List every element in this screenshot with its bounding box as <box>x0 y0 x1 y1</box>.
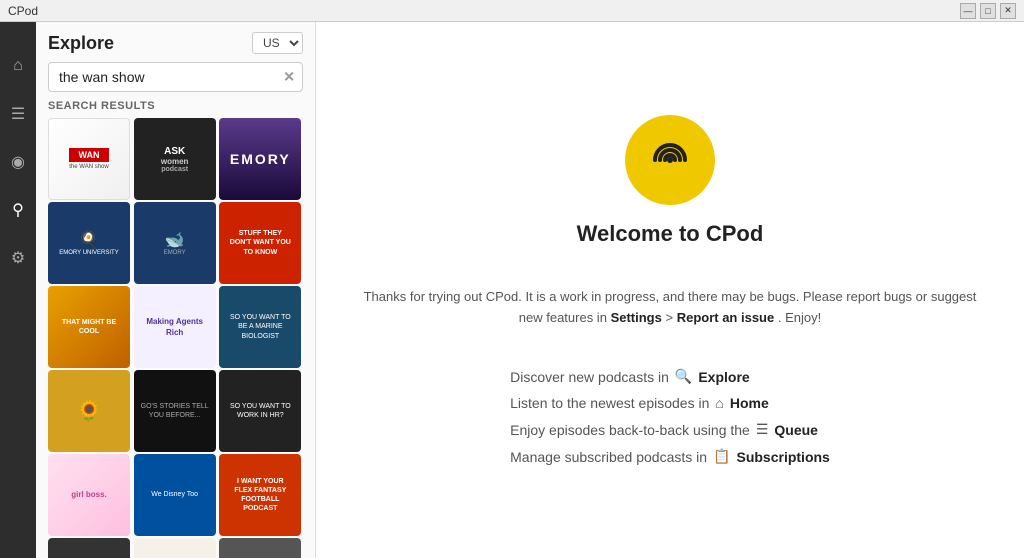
result-stuff[interactable]: STUFF THEY DON'T WANT YOU TO KNOW <box>219 202 301 284</box>
info-arrow: > <box>665 310 676 325</box>
result-doyou[interactable]: DO YOU <box>134 538 216 558</box>
result-emory-2[interactable]: 🐋 EMORY <box>134 202 216 284</box>
search-results-label: Search Results <box>36 100 315 118</box>
result-wan-show[interactable]: WAN the WAN show <box>48 118 130 200</box>
welcome-prefix: Welcome to <box>577 221 706 246</box>
feature-explore-prefix: Discover new podcasts in <box>510 369 669 385</box>
result-sunflower[interactable]: 🌻 <box>48 370 130 452</box>
search-input[interactable] <box>48 62 303 92</box>
feature-list: Discover new podcasts in 🔍 Explore Liste… <box>510 368 830 465</box>
settings-icon[interactable]: ⚙ <box>4 244 32 272</box>
queue-icon: ☰ <box>756 421 769 438</box>
feature-queue-prefix: Enjoy episodes back-to-back using the <box>510 422 750 438</box>
result-emory-1[interactable]: EMORY <box>219 118 301 200</box>
subscriptions-icon[interactable]: ☰ <box>4 100 32 128</box>
feature-home-prefix: Listen to the newest episodes in <box>510 395 709 411</box>
home-label: Home <box>730 395 769 411</box>
subscriptions-label: Subscriptions <box>736 449 829 465</box>
home-icon[interactable]: ⌂ <box>4 52 32 80</box>
feature-subscriptions: Manage subscribed podcasts in 📋 Subscrip… <box>510 448 830 465</box>
explore-label: Explore <box>698 369 749 385</box>
subscriptions-feature-icon: 📋 <box>713 448 730 465</box>
feature-subs-prefix: Manage subscribed podcasts in <box>510 449 707 465</box>
result-emory-uni[interactable]: 🍳 EMORY UNIVERSITY <box>48 202 130 284</box>
search-bar: ✕ <box>48 62 303 92</box>
search-icon[interactable]: ⚲ <box>4 196 32 224</box>
results-grid: WAN the WAN show ASK women podcast EMORY… <box>36 118 315 558</box>
settings-link[interactable]: Settings <box>611 310 662 325</box>
result-skull[interactable]: GO'S STORIES TELL YOU BEFORE... <box>134 370 216 452</box>
main-content: Welcome to CPod Thanks for trying out CP… <box>316 22 1024 558</box>
search-clear-button[interactable]: ✕ <box>283 69 295 86</box>
feature-queue: Enjoy episodes back-to-back using the ☰ … <box>510 421 818 438</box>
explore-title: Explore <box>48 33 114 54</box>
result-hash[interactable]: # <box>48 538 130 558</box>
result-might-cool[interactable]: THAT MIGHT BE COOL <box>48 286 130 368</box>
info-paragraph: Thanks for trying out CPod. It is a work… <box>360 287 980 329</box>
cpod-logo <box>625 115 715 205</box>
country-select[interactable]: US <box>252 32 303 54</box>
report-link[interactable]: Report an issue <box>677 310 775 325</box>
explore-header: Explore US <box>36 22 315 62</box>
cpod-logo-svg <box>640 130 700 190</box>
explore-icon: 🔍 <box>675 368 692 385</box>
feed-icon[interactable]: ◉ <box>4 148 32 176</box>
sidebar: ⌂ ☰ ◉ ⚲ ⚙ <box>0 22 36 558</box>
result-last[interactable]: 👤 <box>219 538 301 558</box>
result-agents[interactable]: Making Agents Rich <box>134 286 216 368</box>
result-marine[interactable]: SO YOU WANT TO BE A MARINE BIOLOGIST <box>219 286 301 368</box>
home-feature-icon: ⌂ <box>715 395 723 411</box>
queue-label: Queue <box>774 422 818 438</box>
feature-explore: Discover new podcasts in 🔍 Explore <box>510 368 750 385</box>
welcome-text: Welcome to CPod <box>577 221 764 247</box>
titlebar-title: CPod <box>8 4 38 18</box>
titlebar-controls: — □ ✕ <box>960 3 1016 19</box>
result-girl-boss[interactable]: girl boss. <box>48 454 130 536</box>
explore-panel: Explore US ✕ Search Results WAN the WAN … <box>36 22 316 558</box>
minimize-button[interactable]: — <box>960 3 976 19</box>
result-disney[interactable]: We Disney Too <box>134 454 216 536</box>
maximize-button[interactable]: □ <box>980 3 996 19</box>
titlebar: CPod — □ ✕ <box>0 0 1024 22</box>
result-flex[interactable]: I WANT YOUR FLEX FANTASY FOOTBALL PODCAS… <box>219 454 301 536</box>
feature-home: Listen to the newest episodes in ⌂ Home <box>510 395 769 411</box>
result-ask-women[interactable]: ASK women podcast <box>134 118 216 200</box>
result-hr[interactable]: SO YOU WANT TO WORK IN HR? <box>219 370 301 452</box>
close-button[interactable]: ✕ <box>1000 3 1016 19</box>
info-enjoy: . Enjoy! <box>778 310 821 325</box>
welcome-brand: CPod <box>706 221 763 246</box>
